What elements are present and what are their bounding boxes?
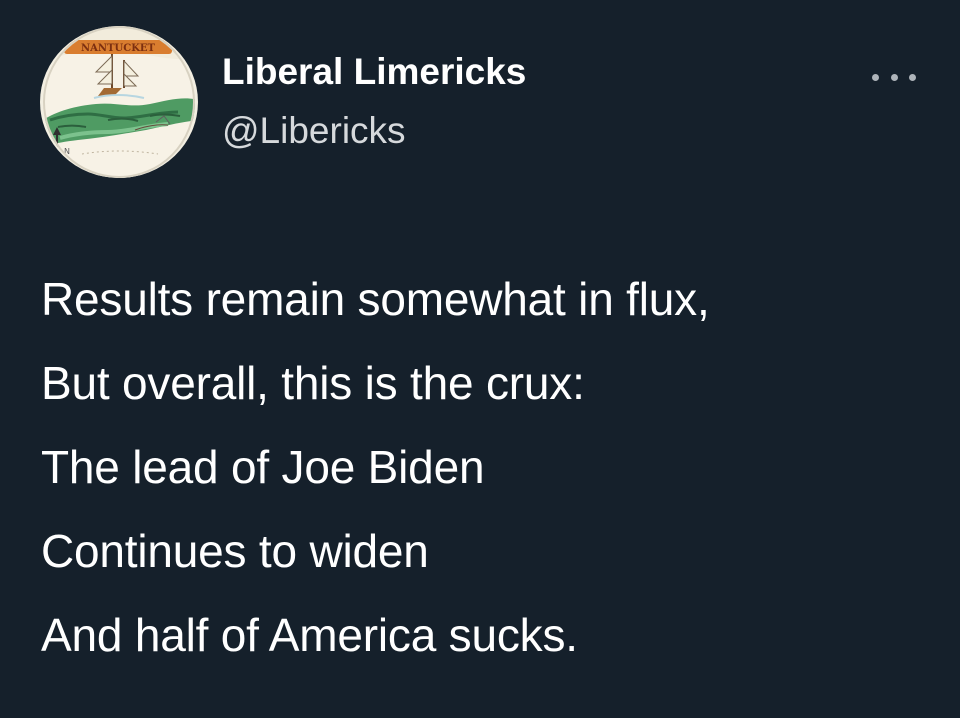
more-dot-icon bbox=[890, 73, 898, 81]
username-handle[interactable]: @Libericks bbox=[222, 109, 406, 153]
tweet-line: Continues to widen bbox=[41, 525, 429, 577]
tweet-card: NANTUCKET N Liberal Limericks @Libericks bbox=[0, 0, 960, 718]
more-dot-icon bbox=[872, 73, 879, 81]
display-name[interactable]: Liberal Limericks bbox=[222, 50, 526, 94]
tweet-line: The lead of Joe Biden bbox=[41, 441, 485, 493]
tweet-line: Results remain somewhat in flux, bbox=[41, 273, 710, 325]
more-dot-icon bbox=[909, 73, 916, 81]
svg-text:NANTUCKET: NANTUCKET bbox=[81, 43, 155, 54]
tweet-text: Results remain somewhat in flux, But ove… bbox=[41, 257, 941, 677]
tweet-line: And half of America sucks. bbox=[41, 609, 578, 661]
map-avatar-icon[interactable]: NANTUCKET N bbox=[40, 26, 198, 178]
tweet-line: But overall, this is the crux: bbox=[41, 357, 585, 409]
more-options-icon[interactable] bbox=[872, 68, 916, 86]
